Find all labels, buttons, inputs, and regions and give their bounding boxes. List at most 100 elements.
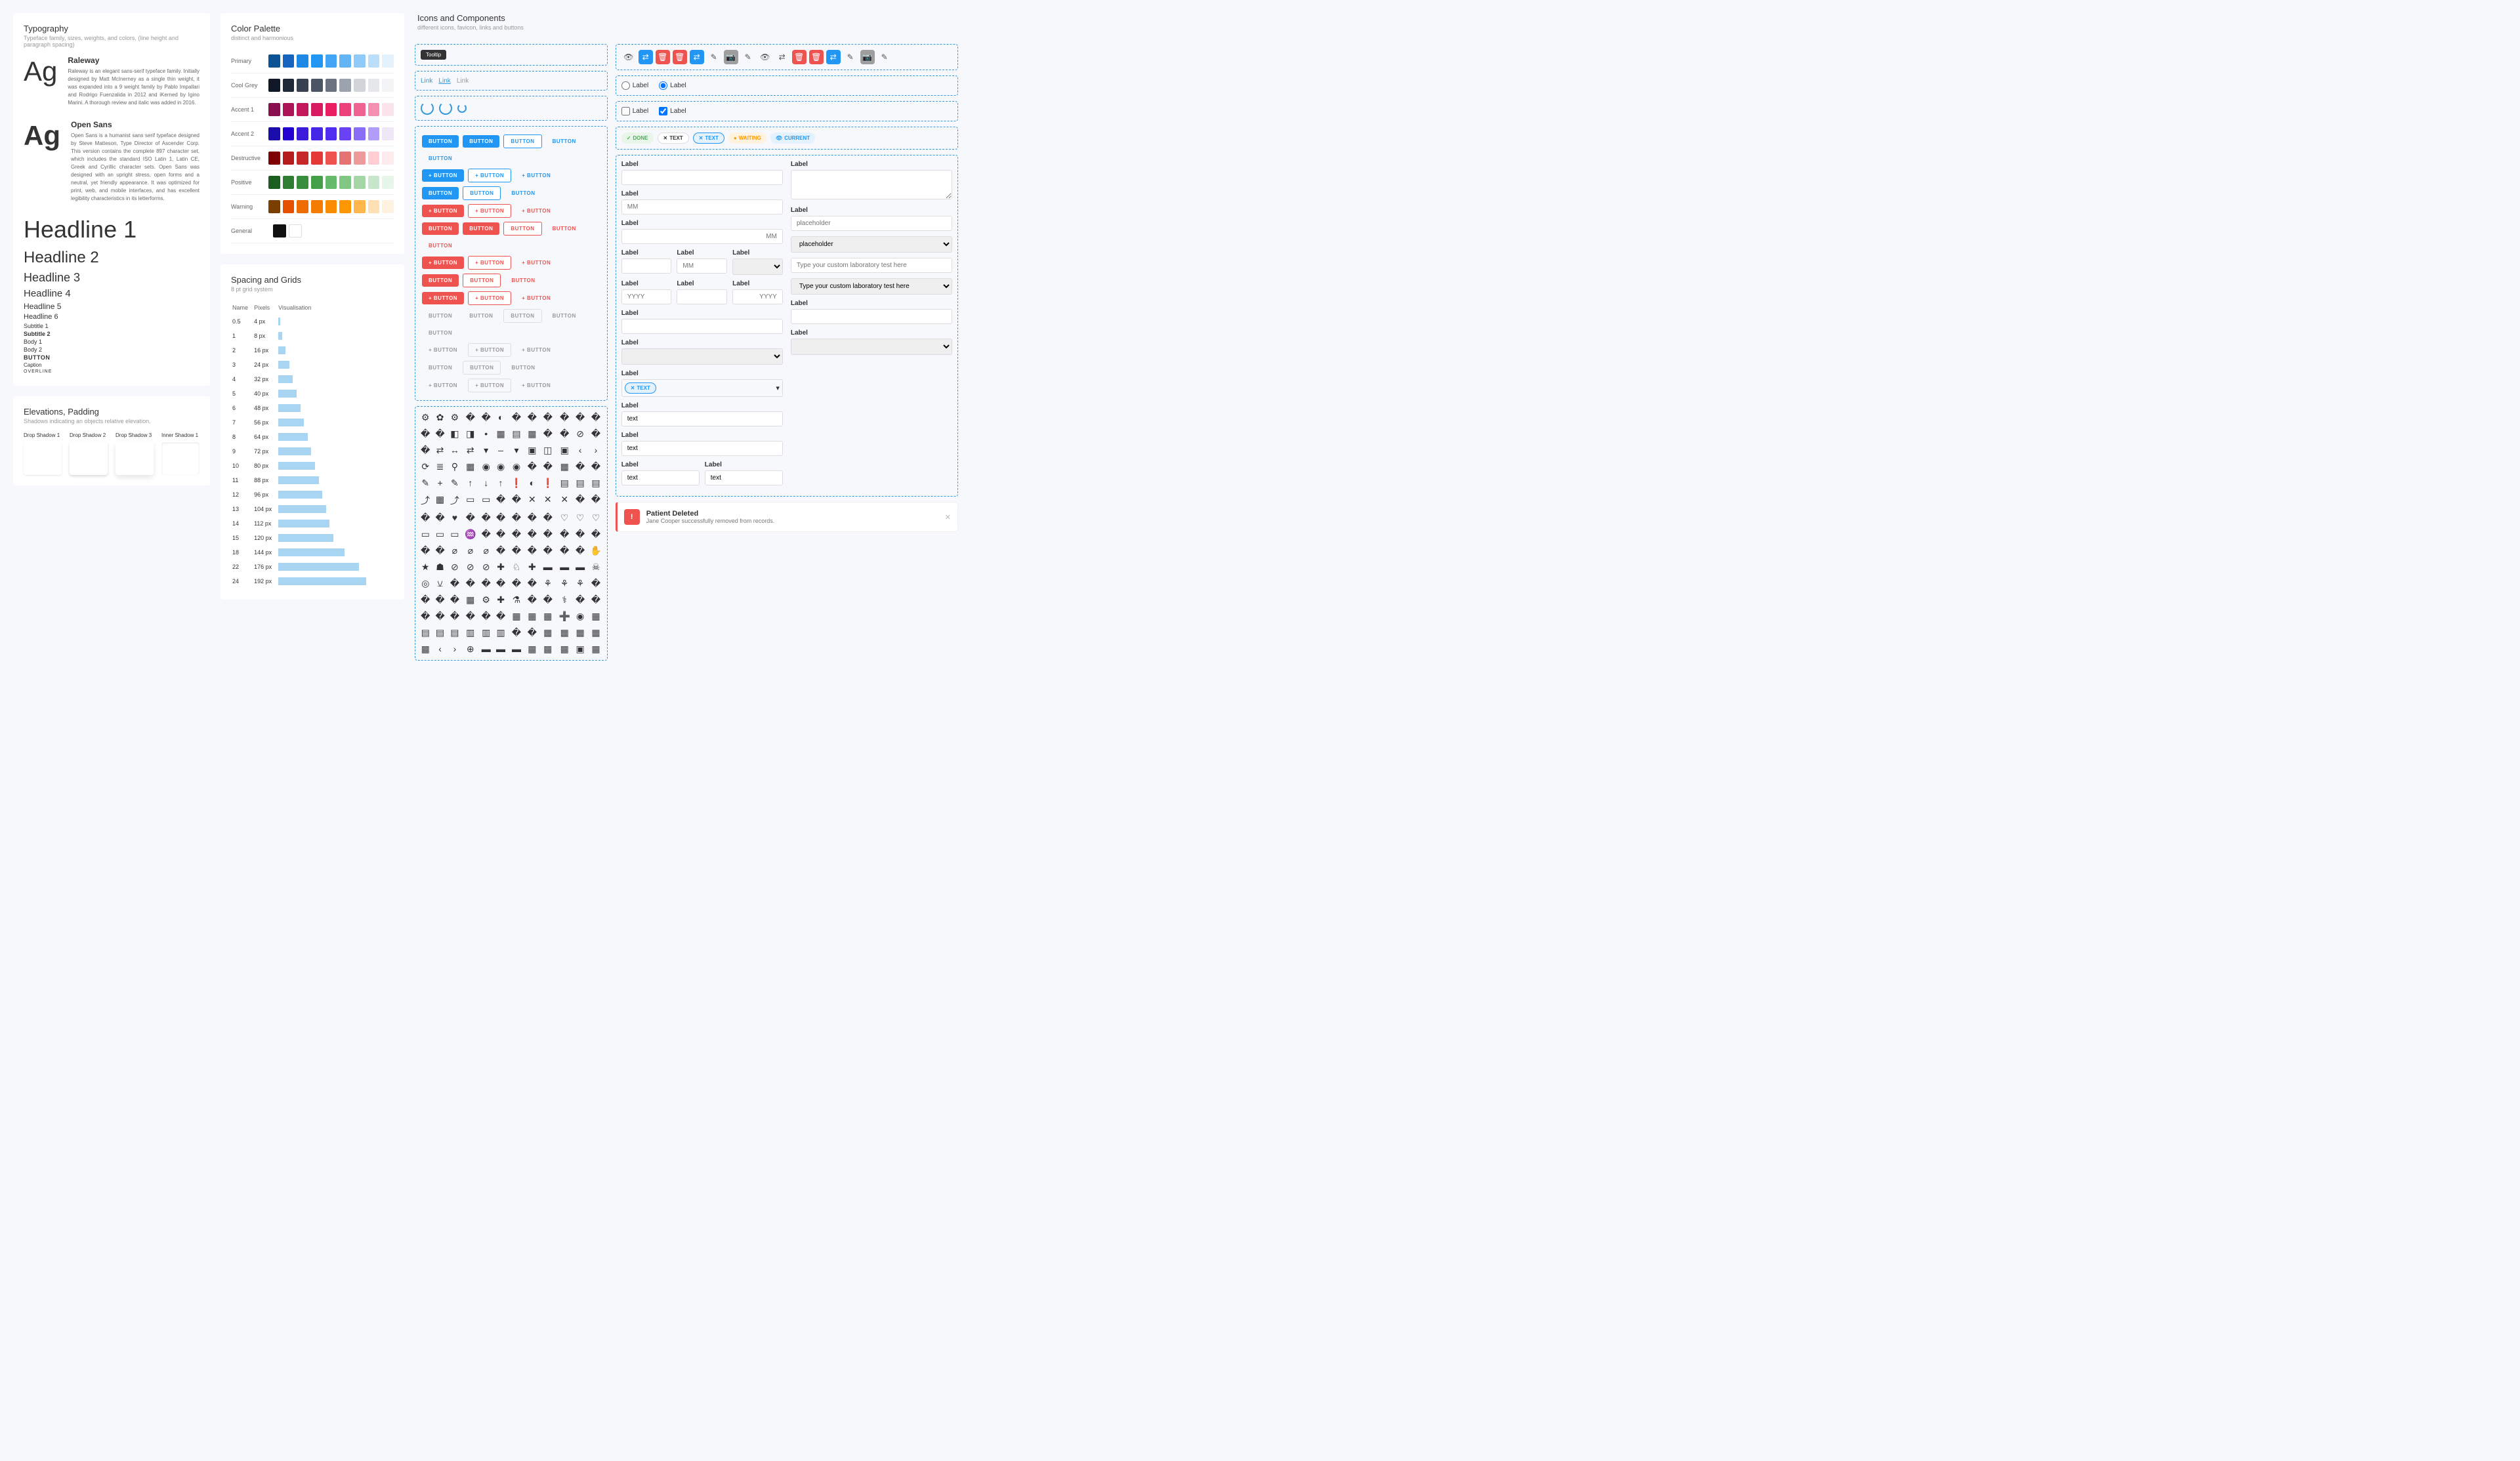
- text-input[interactable]: [621, 319, 783, 334]
- color-swatch[interactable]: [268, 200, 280, 213]
- color-swatch[interactable]: [368, 54, 380, 68]
- color-swatch[interactable]: [283, 103, 295, 116]
- color-swatch[interactable]: [339, 152, 351, 165]
- button[interactable]: + BUTTON: [515, 205, 557, 217]
- mm-input[interactable]: [621, 199, 783, 215]
- color-swatch[interactable]: [268, 54, 280, 68]
- text-input[interactable]: [791, 309, 952, 324]
- text-small-input[interactable]: [705, 470, 783, 485]
- icon-button[interactable]: 🗑: [656, 50, 670, 64]
- placeholder-input[interactable]: [791, 216, 952, 231]
- color-swatch[interactable]: [326, 103, 337, 116]
- color-swatch[interactable]: [354, 54, 366, 68]
- button[interactable]: + BUTTON: [422, 169, 464, 182]
- button[interactable]: BUTTON: [463, 186, 501, 200]
- button[interactable]: BUTTON: [422, 327, 459, 339]
- chip-text[interactable]: ✕ TEXT: [658, 133, 689, 144]
- button[interactable]: BUTTON: [505, 361, 541, 374]
- button[interactable]: + BUTTON: [422, 205, 464, 217]
- button[interactable]: BUTTON: [422, 274, 459, 287]
- button[interactable]: BUTTON: [463, 222, 499, 235]
- color-swatch[interactable]: [354, 200, 366, 213]
- button[interactable]: BUTTON: [422, 152, 459, 165]
- checkbox-checked[interactable]: Label: [659, 107, 686, 115]
- color-swatch[interactable]: [339, 103, 351, 116]
- button[interactable]: + BUTTON: [515, 292, 557, 304]
- icon-button[interactable]: ✎: [707, 50, 721, 64]
- button[interactable]: + BUTTON: [468, 169, 511, 182]
- color-swatch[interactable]: [339, 200, 351, 213]
- button[interactable]: BUTTON: [422, 222, 459, 235]
- color-swatch[interactable]: [268, 79, 280, 92]
- color-swatch[interactable]: [326, 79, 337, 92]
- color-swatch[interactable]: [311, 200, 323, 213]
- icon-button[interactable]: 📷: [860, 50, 875, 64]
- color-swatch[interactable]: [297, 176, 308, 189]
- icon-button[interactable]: ⇄: [690, 50, 704, 64]
- yyyy-right-input[interactable]: [732, 289, 783, 304]
- yyyy-input[interactable]: [621, 289, 672, 304]
- color-swatch[interactable]: [311, 79, 323, 92]
- icon-button[interactable]: ✎: [877, 50, 892, 64]
- color-swatch[interactable]: [382, 176, 394, 189]
- button[interactable]: + BUTTON: [422, 344, 464, 356]
- color-swatch[interactable]: [326, 54, 337, 68]
- color-swatch[interactable]: [311, 103, 323, 116]
- text-input[interactable]: [621, 170, 783, 185]
- color-swatch[interactable]: [382, 103, 394, 116]
- color-swatch[interactable]: [368, 79, 380, 92]
- lab-select[interactable]: Type your custom laboratory test here: [791, 278, 952, 295]
- color-swatch[interactable]: [297, 103, 308, 116]
- color-swatch[interactable]: [339, 54, 351, 68]
- button[interactable]: + BUTTON: [515, 379, 557, 392]
- icon-button[interactable]: 🗑: [792, 50, 807, 64]
- text-filled-input[interactable]: [621, 441, 783, 456]
- color-swatch[interactable]: [326, 200, 337, 213]
- color-swatch[interactable]: [289, 224, 302, 237]
- button[interactable]: BUTTON: [422, 310, 459, 322]
- button[interactable]: + BUTTON: [515, 169, 557, 182]
- color-swatch[interactable]: [268, 103, 280, 116]
- color-swatch[interactable]: [354, 127, 366, 140]
- button[interactable]: BUTTON: [503, 134, 541, 148]
- button[interactable]: BUTTON: [546, 310, 583, 322]
- color-swatch[interactable]: [326, 127, 337, 140]
- color-swatch[interactable]: [339, 127, 351, 140]
- color-swatch[interactable]: [339, 79, 351, 92]
- button[interactable]: BUTTON: [422, 187, 459, 199]
- color-swatch[interactable]: [354, 176, 366, 189]
- color-swatch[interactable]: [311, 152, 323, 165]
- color-swatch[interactable]: [368, 176, 380, 189]
- icon-button[interactable]: 👁: [621, 50, 636, 64]
- button[interactable]: + BUTTON: [468, 256, 511, 270]
- color-swatch[interactable]: [339, 176, 351, 189]
- color-swatch[interactable]: [268, 176, 280, 189]
- chip-in-select[interactable]: ✕ TEXT: [625, 382, 656, 394]
- color-swatch[interactable]: [382, 152, 394, 165]
- icon-button[interactable]: 📷: [724, 50, 738, 64]
- radio-unchecked[interactable]: Label: [621, 81, 648, 90]
- color-swatch[interactable]: [382, 200, 394, 213]
- link-underline[interactable]: Link: [438, 77, 450, 85]
- button[interactable]: + BUTTON: [515, 344, 557, 356]
- button[interactable]: BUTTON: [463, 274, 501, 287]
- text-filled-input[interactable]: [621, 411, 783, 426]
- icon-button[interactable]: ✎: [741, 50, 755, 64]
- button[interactable]: + BUTTON: [468, 291, 511, 305]
- color-swatch[interactable]: [311, 127, 323, 140]
- color-swatch[interactable]: [354, 152, 366, 165]
- button[interactable]: BUTTON: [546, 222, 583, 235]
- button[interactable]: + BUTTON: [422, 257, 464, 269]
- color-swatch[interactable]: [326, 176, 337, 189]
- button[interactable]: + BUTTON: [468, 204, 511, 218]
- color-swatch[interactable]: [297, 152, 308, 165]
- textarea[interactable]: [791, 170, 952, 199]
- link-default[interactable]: Link: [421, 77, 432, 85]
- color-swatch[interactable]: [283, 152, 295, 165]
- radio-checked[interactable]: Label: [659, 81, 686, 90]
- button[interactable]: BUTTON: [546, 135, 583, 148]
- select-input[interactable]: [791, 339, 952, 355]
- color-swatch[interactable]: [297, 127, 308, 140]
- color-swatch[interactable]: [311, 176, 323, 189]
- color-swatch[interactable]: [368, 127, 380, 140]
